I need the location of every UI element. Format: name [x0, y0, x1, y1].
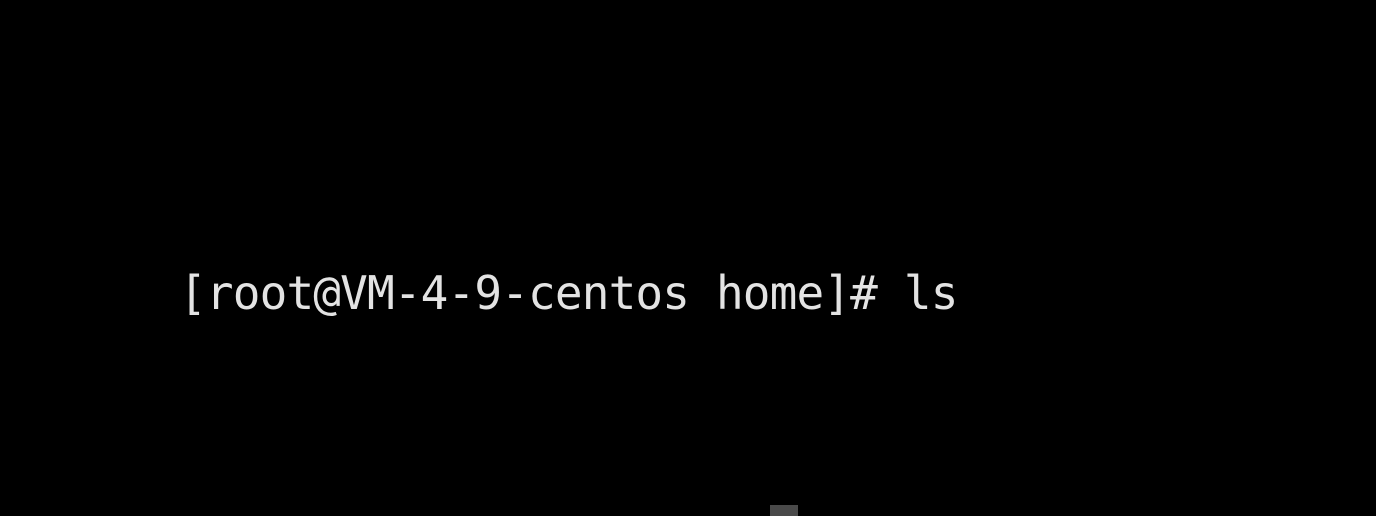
- terminal-prompt-line: [root@VM-4-9-centos home]# ls: [179, 266, 958, 320]
- terminal-line: lighthouse nowcoder1 xiexus xiexux: [18, 448, 1376, 516]
- terminal-line: [root@VM-4-9-centos home]# ls: [18, 200, 1376, 320]
- terminal-window[interactable]: [root@VM-4-9-centos home]# ls lighthouse…: [0, 0, 1376, 516]
- terminal-screen[interactable]: [root@VM-4-9-centos home]# ls lighthouse…: [18, 14, 1376, 516]
- terminal-cursor: [770, 505, 798, 516]
